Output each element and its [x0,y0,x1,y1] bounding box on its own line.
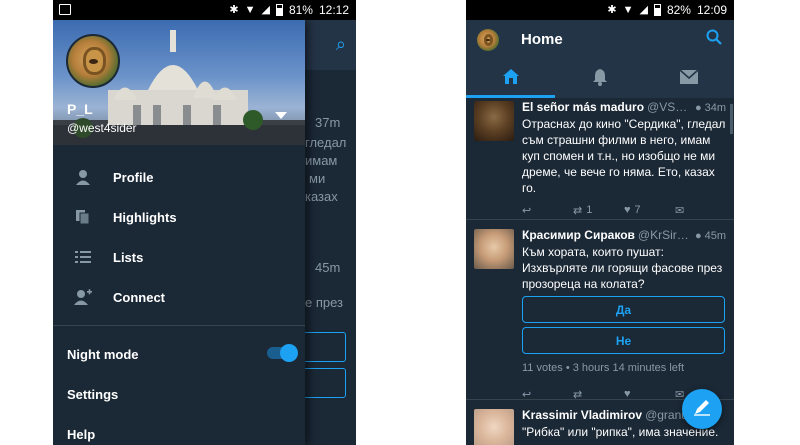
night-mode-label: Night mode [67,346,139,362]
tab-notifications[interactable] [555,60,644,98]
bg-text: имам [305,153,338,168]
tweet-author-handle: @VSchw... [647,100,692,114]
globe-icon: ● [694,102,702,114]
status-bar: ✱ ▼ ◢ 82% 12:09 [466,0,734,20]
poll-meta: 11 votes • 3 hours 14 minutes left [522,362,685,374]
retweet-count: 1 [586,204,593,216]
like-button[interactable]: ♥ 7 [624,204,675,216]
bluetooth-icon: ✱ [607,3,617,16]
menu-item-label: Profile [113,169,154,185]
retweet-icon[interactable]: ⇄ [573,388,624,401]
page-title: Home [521,31,563,48]
help-item[interactable]: Help [53,414,305,445]
person-icon [53,169,113,185]
battery-icon [275,4,283,16]
mail-icon [679,68,699,89]
menu-item-lists[interactable]: Lists [53,237,305,277]
avatar[interactable] [477,29,499,51]
settings-item[interactable]: Settings [53,374,305,414]
tweet[interactable]: Красимир Сираков @KrSirakov ● 45m Към хо… [466,220,734,401]
bg-text: 45m [315,260,341,275]
signal-icon: ◢ [639,3,648,16]
menu-item-label: Lists [113,249,144,265]
tab-bar [466,60,734,98]
app-header: Home [466,20,734,98]
battery-level: 81% [288,3,313,17]
heart-icon[interactable]: ♥ [624,388,675,400]
battery-level: 82% [666,3,691,17]
tweet-text: Отраснах до кино "Сердика", гледал съм с… [522,117,726,195]
left-phone-screen: ✱ ▼ ◢ 81% 12:12 ⌕ 37m гледал имам ми каз… [53,0,356,445]
settings-label: Settings [67,386,119,402]
like-count: 7 [634,204,641,216]
avatar[interactable] [66,34,120,88]
highlights-icon [53,209,113,225]
background-header: ⌕ [303,20,356,70]
tweet-author-name[interactable]: El señor más maduro [522,100,644,114]
poll-option-button[interactable]: Да [522,296,725,323]
menu-item-label: Highlights [113,209,177,225]
tweet-author-name[interactable]: Красимир Сираков [522,228,635,242]
tweet-avatar[interactable] [474,229,514,269]
status-bar: ✱ ▼ ◢ 81% 12:12 [53,0,356,20]
divider [53,325,305,326]
bg-text: ми [309,171,326,186]
drawer-menu: Profile Highlights Lists Connect [53,145,305,317]
tweet-header: El señor más maduro @VSchw... ● 34m [522,100,726,114]
poll-option-button[interactable]: Не [522,327,725,354]
bg-text: 37m [315,115,341,130]
retweet-icon: ⇄ [573,204,583,217]
globe-icon: ● [694,230,702,242]
bell-icon [592,68,608,91]
gallery-notification-icon [59,4,71,15]
right-phone-screen: ✱ ▼ ◢ 82% 12:09 Home El señor más maduro… [466,0,734,445]
tweet-text: Към хората, които пушат: Изхвърляте ли г… [522,245,723,291]
reply-icon[interactable]: ↩ [522,388,573,401]
menu-item-profile[interactable]: Profile [53,157,305,197]
battery-icon [653,4,661,16]
profile-handle: @west4sider [67,121,137,135]
bg-text: е през [305,295,344,310]
bg-text: гледал [305,135,347,150]
signal-icon: ◢ [261,3,270,16]
profile-name: P_L [67,101,93,117]
tweet-time: 34m [704,102,726,114]
tweet-avatar[interactable] [474,409,514,445]
wifi-icon: ▼ [622,3,634,16]
clock: 12:09 [696,3,727,17]
menu-item-connect[interactable]: Connect [53,277,305,317]
heart-icon: ♥ [624,204,631,216]
profile-header-banner: P_L @west4sider [53,20,305,145]
clock: 12:12 [318,3,349,17]
wifi-icon: ▼ [244,3,256,16]
tab-messages[interactable] [645,60,734,98]
menu-item-label: Connect [113,289,165,305]
bluetooth-icon: ✱ [229,3,239,16]
tweet-header: Красимир Сираков @KrSirakov ● 45m [522,228,726,242]
tweet-time: 45m [704,230,726,242]
tweet-author-name[interactable]: Krassimir Vladimirov [522,408,642,422]
bg-text: казах [305,189,338,204]
tweet-author-handle: @KrSirakov [637,228,692,242]
menu-item-highlights[interactable]: Highlights [53,197,305,237]
navigation-drawer: P_L @west4sider Profile Highlights Lists… [53,20,305,445]
help-label: Help [67,426,96,442]
search-icon: ⌕ [335,34,346,54]
night-mode-row[interactable]: Night mode [53,334,305,374]
tweet-avatar[interactable] [474,101,514,141]
tab-home[interactable] [466,60,556,98]
retweet-button[interactable]: ⇄ 1 [573,204,624,217]
compose-tweet-button[interactable] [682,389,722,429]
reply-icon[interactable]: ↩ [522,204,573,217]
search-icon[interactable] [706,29,722,50]
compose-icon [693,398,711,421]
night-mode-toggle[interactable] [267,344,298,362]
dm-icon[interactable]: ✉ [675,204,726,217]
tweet[interactable]: El señor más maduro @VSchw... ● 34m Отра… [466,98,734,220]
chevron-down-icon[interactable] [275,112,287,119]
home-icon [502,68,520,91]
lists-icon [53,250,113,264]
add-person-icon [53,289,113,305]
